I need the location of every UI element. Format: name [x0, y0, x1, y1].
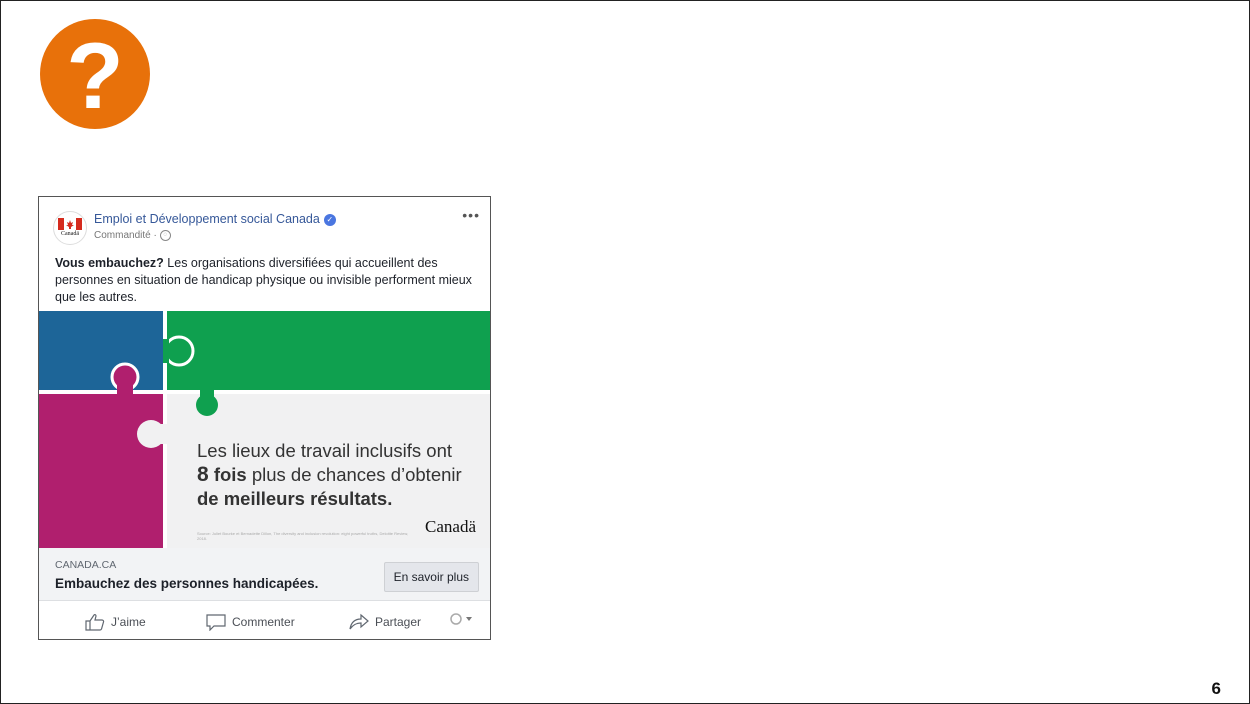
share-label: Partager [375, 615, 422, 629]
like-label: J’aime [111, 615, 146, 629]
question-icon: ? [40, 19, 150, 129]
slide: ? Canadä Emploi et Développement social … [0, 0, 1250, 704]
sponsored-line: Commandité · ◌ [94, 230, 171, 241]
audience-selector-icon[interactable] [450, 613, 476, 628]
headline-fois: fois [213, 464, 247, 485]
share-button[interactable]: Partager [349, 613, 421, 631]
puzzle-piece-blue [39, 311, 163, 390]
thumbs-up-icon [85, 613, 105, 631]
page-number: 6 [1211, 679, 1221, 698]
headline-number: 8 [197, 463, 209, 486]
more-options-icon[interactable]: ••• [462, 207, 480, 223]
image-source-note: Source: Juliet Bourke et Bernadette Dill… [197, 531, 409, 541]
globe-icon: ◌ [159, 230, 171, 241]
facebook-ad-post: Canadä Emploi et Développement social Ca… [38, 196, 491, 640]
puzzle-piece-green [167, 311, 490, 390]
comment-label: Commenter [232, 615, 295, 629]
ad-image[interactable]: Les lieux de travail inclusifs ont 8 foi… [39, 311, 490, 548]
learn-more-button[interactable]: En savoir plus [383, 562, 479, 592]
question-mark-glyph: ? [66, 23, 124, 128]
headline-line2: 8 fois plus de chances d’obtenir [197, 463, 487, 487]
comment-button[interactable]: Commenter [206, 613, 295, 631]
link-preview[interactable]: CANADA.CA Embauchez des personnes handic… [39, 548, 490, 600]
puzzle-piece-magenta [39, 394, 163, 548]
action-bar: J’aime Commenter Partager [39, 600, 490, 639]
post-text: Vous embauchez? Les organisations divers… [55, 255, 475, 306]
page-name[interactable]: Emploi et Développement social Canada [94, 212, 320, 226]
profile-dropdown-icon [450, 613, 472, 625]
link-domain: CANADA.CA [55, 559, 117, 571]
canada-flag-icon [58, 218, 82, 230]
sponsored-label: Commandité · [94, 230, 157, 242]
like-button[interactable]: J’aime [85, 613, 146, 631]
headline-line3: de meilleurs résultats. [197, 488, 393, 509]
avatar[interactable]: Canadä [53, 211, 87, 245]
avatar-wordmark: Canadä [61, 231, 79, 237]
link-title[interactable]: Embauchez des personnes handicapées. [55, 576, 318, 591]
canada-wordmark: Canadä [425, 517, 476, 536]
headline-line1: Les lieux de travail inclusifs ont [197, 440, 453, 461]
verified-badge-icon: ✓ [323, 213, 336, 226]
headline-line2-tail: plus de chances d’obtenir [246, 464, 462, 485]
image-headline: Les lieux de travail inclusifs ont 8 foi… [197, 439, 487, 511]
comment-icon [206, 614, 226, 631]
puzzle-graphic [39, 311, 490, 548]
post-text-bold: Vous embauchez? [55, 256, 164, 270]
page-name-link[interactable]: Emploi et Développement social Canada ✓ [94, 212, 336, 226]
post-header: Canadä Emploi et Développement social Ca… [39, 197, 490, 247]
share-arrow-icon [349, 613, 369, 630]
